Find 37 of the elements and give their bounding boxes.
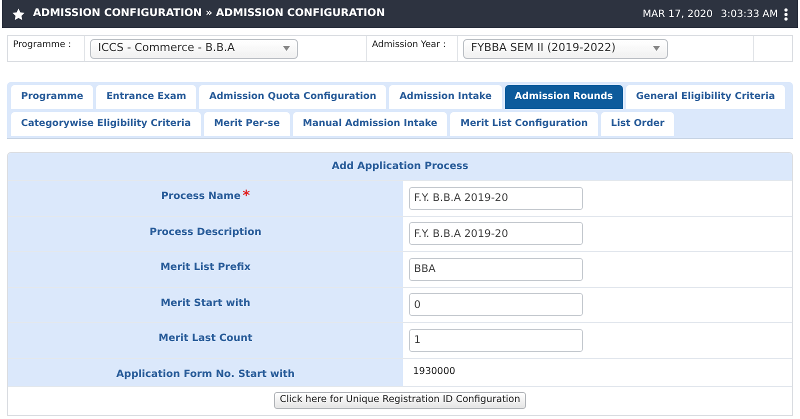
filter-label: Programme :: [13, 39, 72, 52]
registration-config-button[interactable]: Click here for Unique Registration ID Configuration: [274, 392, 526, 409]
field-label: Process Description: [150, 226, 262, 240]
field-label: Merit Start with: [160, 296, 250, 310]
tab[interactable]: General Eligibility Criteria: [626, 85, 785, 109]
tab[interactable]: List Order: [600, 112, 674, 136]
tab[interactable]: Manual Admission Intake: [292, 112, 448, 136]
tab[interactable]: Entrance Exam: [96, 85, 196, 109]
tab[interactable]: Merit Per-se: [204, 112, 290, 136]
field-value: 1930000: [413, 364, 456, 379]
caret-icon: [283, 46, 290, 51]
tab[interactable]: Admission Intake: [389, 85, 502, 109]
dropdown[interactable]: ICCS - Commerce - B.B.A: [90, 38, 298, 58]
caret-icon: [653, 46, 660, 51]
date-text: MAR 17, 2020: [642, 8, 713, 22]
page-title: ADMISSION CONFIGURATION » ADMISSION CONFIGURATION: [33, 6, 385, 22]
tab[interactable]: Merit List Configuration: [450, 112, 598, 136]
text-field[interactable]: F.Y. B.B.A 2019-20: [409, 222, 583, 246]
text-field[interactable]: 1: [409, 328, 583, 352]
text-field[interactable]: 0: [409, 293, 583, 316]
text-field[interactable]: BBA: [409, 258, 583, 281]
tab[interactable]: Categorywise Eligibility Criteria: [11, 112, 201, 136]
form-title: Add Application Process: [332, 160, 468, 174]
field-label: Application Form No. Start with: [116, 368, 295, 382]
star-icon[interactable]: [12, 8, 25, 20]
field-label: Process Name: [161, 190, 241, 204]
tab[interactable]: Admission Quota Configuration: [199, 85, 386, 109]
time-text: 3:03:33 AM: [720, 8, 778, 22]
filter-label: Admission Year :: [372, 39, 446, 52]
tab[interactable]: Programme: [11, 85, 94, 109]
tab[interactable]: Admission Rounds: [504, 85, 623, 109]
text-field[interactable]: F.Y. B.B.A 2019-20: [409, 186, 583, 210]
field-label: Merit List Prefix: [160, 261, 251, 275]
more-icon[interactable]: [784, 8, 788, 20]
dropdown[interactable]: FYBBA SEM II (2019-2022): [463, 38, 668, 58]
required-mark: *: [242, 190, 250, 206]
field-label: Merit Last Count: [158, 332, 252, 346]
